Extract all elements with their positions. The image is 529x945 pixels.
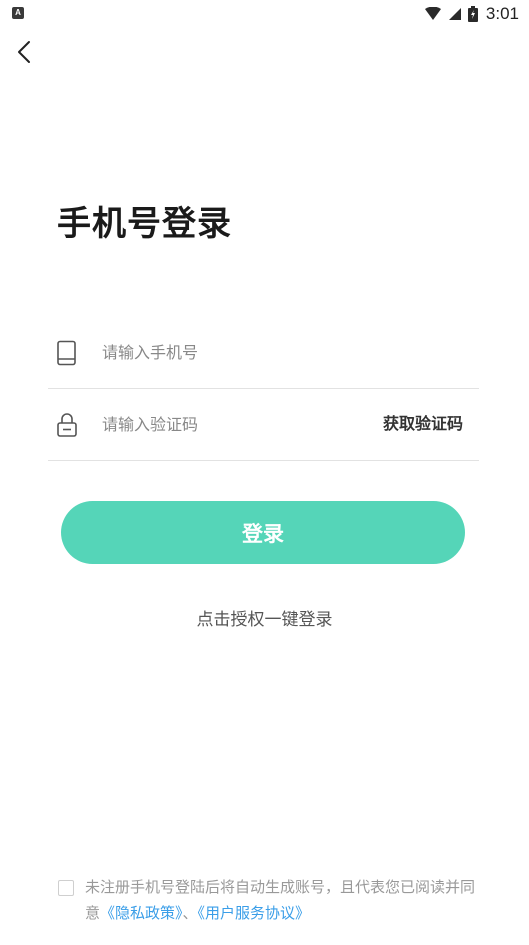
back-button[interactable] — [12, 38, 36, 66]
notification-icon: A — [12, 7, 24, 19]
login-button[interactable]: 登录 — [61, 501, 465, 564]
one-click-login-link[interactable]: 点击授权一键登录 — [0, 605, 529, 630]
agreement-checkbox[interactable] — [58, 880, 74, 896]
code-field-row: 获取验证码 — [48, 388, 479, 461]
chevron-left-icon — [18, 41, 30, 63]
wifi-icon — [424, 7, 441, 20]
phone-input[interactable] — [102, 336, 362, 368]
phone-icon — [57, 340, 76, 366]
code-input[interactable] — [102, 408, 362, 440]
get-code-button[interactable]: 获取验证码 — [383, 412, 463, 436]
status-time: 3:01 — [485, 4, 519, 23]
status-bar: A 3:01 — [0, 0, 529, 30]
page-title: 手机号登录 — [57, 204, 232, 244]
terms-of-service-link[interactable]: 《用户服务协议》 — [198, 904, 311, 922]
status-icons: 3:01 — [424, 3, 519, 25]
lock-icon — [57, 413, 77, 437]
agreement-text: 未注册手机号登陆后将自动生成账号，且代表您已阅读并同意《隐私政策》、《用户服务协… — [85, 874, 475, 926]
signal-icon — [448, 8, 461, 20]
agreement-separator: 、 — [182, 904, 198, 922]
privacy-policy-link[interactable]: 《隐私政策》 — [100, 904, 183, 922]
phone-field-row — [48, 316, 479, 389]
battery-icon — [467, 6, 478, 22]
